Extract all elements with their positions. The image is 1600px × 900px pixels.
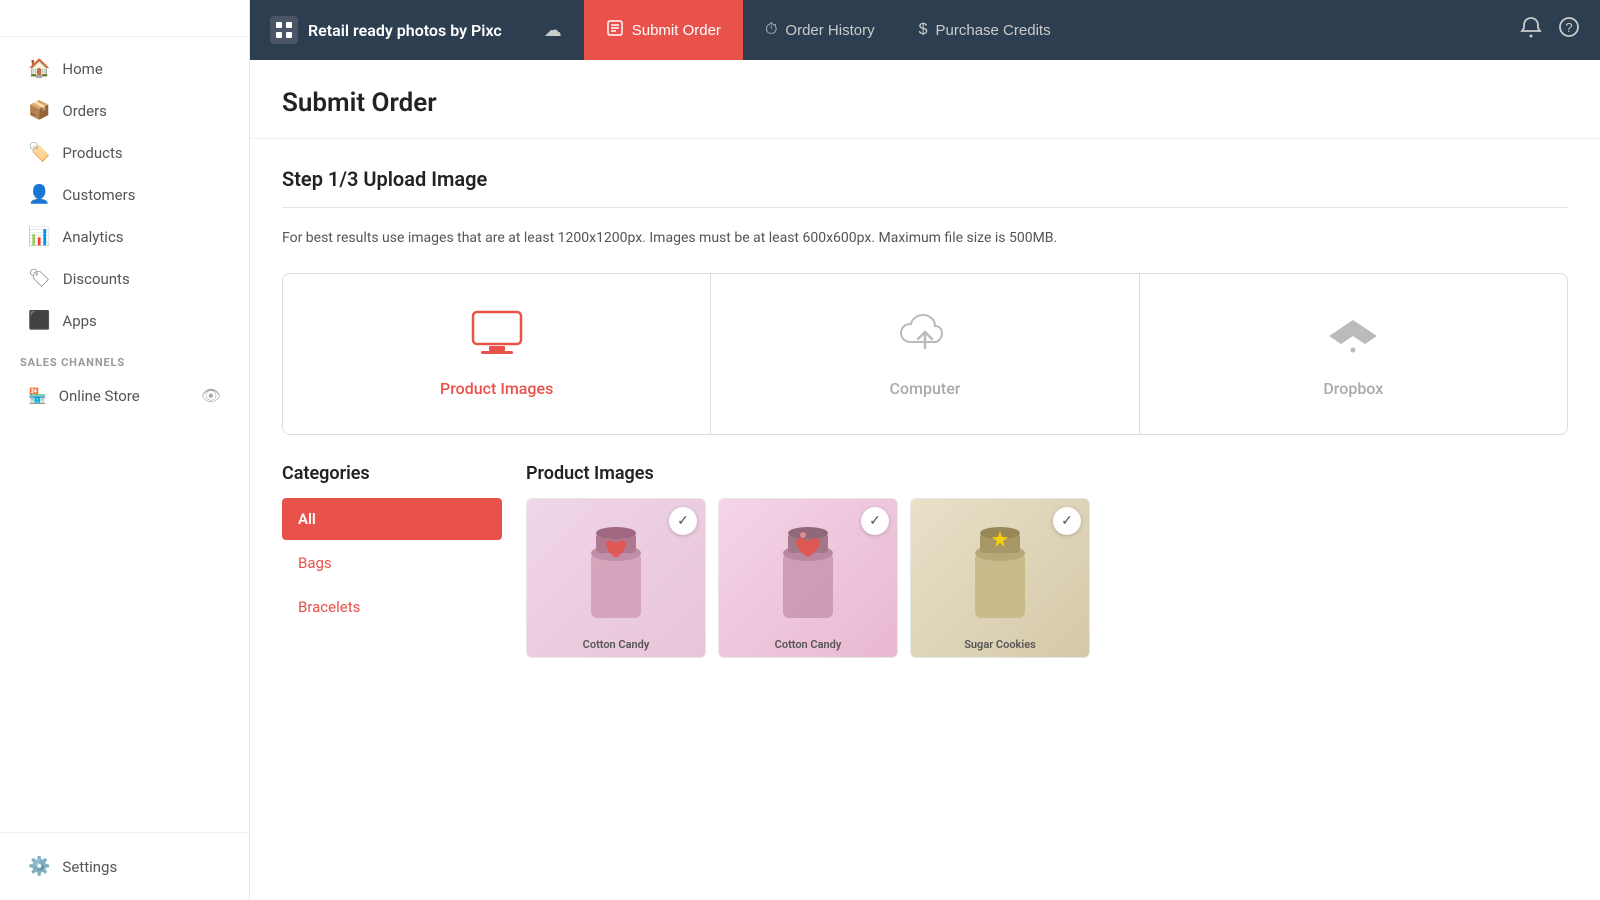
sidebar-item-online-store[interactable]: 🏪 Online Store 👁 — [8, 376, 241, 415]
step-title: Step 1/3 Upload Image — [282, 167, 1568, 191]
tab-order-history-label: Order History — [785, 22, 874, 39]
sidebar-item-apps[interactable]: ⬛ Apps — [8, 300, 241, 341]
tab-purchase-credits[interactable]: $ Purchase Credits — [897, 0, 1073, 60]
product-images-title: Product Images — [526, 463, 1568, 484]
cloud-icon: ☁ — [544, 20, 562, 41]
tab-order-history[interactable]: ⏱ Order History — [743, 0, 897, 60]
topbar-tabs: ☁ Submit Order ⏱ Order History $ Purchas… — [522, 0, 1520, 60]
dropbox-icon — [1327, 310, 1379, 367]
purchase-credits-icon: $ — [919, 21, 928, 39]
category-bags[interactable]: Bags — [282, 542, 502, 584]
analytics-icon: 📊 — [28, 226, 50, 247]
page-header: Submit Order — [250, 60, 1600, 139]
check-badge-1: ✓ — [669, 507, 697, 535]
app-name: Retail ready photos by Pixc — [308, 21, 502, 40]
category-bracelets[interactable]: Bracelets — [282, 586, 502, 628]
dropbox-label: Dropbox — [1323, 379, 1383, 398]
app-logo-icon — [270, 16, 298, 44]
orders-icon: 📦 — [28, 100, 50, 121]
svg-text:?: ? — [1565, 20, 1572, 35]
sidebar-item-analytics[interactable]: 📊 Analytics — [8, 216, 241, 257]
tab-submit-order[interactable]: Submit Order — [584, 0, 743, 60]
home-icon: 🏠 — [28, 58, 50, 79]
tab-home[interactable]: ☁ — [522, 0, 584, 60]
content-grid: Categories All Bags Bracelets Product Im… — [282, 463, 1568, 658]
tab-submit-order-label: Submit Order — [632, 22, 721, 39]
topbar: Retail ready photos by Pixc ☁ Submit Ord… — [250, 0, 1600, 60]
help-button[interactable]: ? — [1558, 16, 1580, 44]
step1-section: Step 1/3 Upload Image For best results u… — [250, 139, 1600, 686]
sidebar-item-settings[interactable]: ⚙️ Settings — [8, 846, 241, 887]
order-history-icon: ⏱ — [765, 21, 777, 39]
upload-cloud-icon — [899, 310, 951, 367]
check-badge-3: ✓ — [1053, 507, 1081, 535]
sidebar-nav: 🏠 Home 📦 Orders 🏷️ Products 👤 Customers … — [0, 37, 249, 832]
sidebar-item-home[interactable]: 🏠 Home — [8, 48, 241, 89]
upload-source-dropbox[interactable]: Dropbox — [1140, 274, 1567, 434]
apps-icon: ⬛ — [28, 310, 50, 331]
submit-order-icon — [606, 19, 624, 41]
page-title: Submit Order — [282, 88, 1568, 118]
step-divider — [282, 207, 1568, 208]
upload-source-product-images[interactable]: Product Images — [283, 274, 711, 434]
topbar-logo: Retail ready photos by Pixc — [270, 16, 522, 44]
settings-icon: ⚙️ — [28, 856, 50, 877]
product-image-card-1[interactable]: ✓ Cotton Candy — [526, 498, 706, 658]
topbar-right: ? — [1520, 16, 1600, 44]
main-content: Retail ready photos by Pixc ☁ Submit Ord… — [250, 0, 1600, 900]
sidebar: 🏠 Home 📦 Orders 🏷️ Products 👤 Customers … — [0, 0, 250, 900]
category-all[interactable]: All — [282, 498, 502, 540]
product-images-panel: Product Images — [526, 463, 1568, 658]
eye-icon[interactable]: 👁 — [201, 386, 221, 405]
monitor-icon — [471, 310, 523, 367]
sidebar-item-orders[interactable]: 📦 Orders — [8, 90, 241, 131]
products-icon: 🏷️ — [28, 142, 50, 163]
sidebar-bottom: ⚙️ Settings — [0, 832, 249, 900]
product-image-card-2[interactable]: ✓ Cotton Candy — [718, 498, 898, 658]
upload-sources-container: Product Images Computer — [282, 273, 1568, 435]
page-body: Submit Order Step 1/3 Upload Image For b… — [250, 60, 1600, 900]
card2-label: Cotton Candy — [719, 638, 897, 651]
sidebar-item-discounts[interactable]: 🏷 Discounts — [8, 258, 241, 299]
categories-panel: Categories All Bags Bracelets — [282, 463, 502, 658]
sidebar-item-products[interactable]: 🏷️ Products — [8, 132, 241, 173]
sidebar-logo — [0, 0, 249, 37]
online-store-icon: 🏪 — [28, 387, 47, 405]
card1-label: Cotton Candy — [527, 638, 705, 651]
tab-purchase-credits-label: Purchase Credits — [936, 22, 1051, 39]
discounts-icon: 🏷 — [28, 268, 51, 289]
upload-source-computer[interactable]: Computer — [711, 274, 1139, 434]
card3-label: Sugar Cookies — [911, 638, 1089, 651]
notification-button[interactable] — [1520, 16, 1542, 44]
product-image-card-3[interactable]: ✓ Sugar Cookies — [910, 498, 1090, 658]
product-images-label: Product Images — [440, 379, 553, 398]
product-images-grid: ✓ Cotton Candy — [526, 498, 1568, 658]
step-hint: For best results use images that are at … — [282, 228, 1568, 249]
jar-svg-2 — [763, 523, 853, 633]
check-badge-2: ✓ — [861, 507, 889, 535]
customers-icon: 👤 — [28, 184, 50, 205]
computer-label: Computer — [890, 379, 961, 398]
upload-sources: Product Images Computer — [283, 274, 1567, 434]
jar-svg-1 — [571, 523, 661, 633]
sidebar-item-customers[interactable]: 👤 Customers — [8, 174, 241, 215]
jar-svg-3 — [955, 523, 1045, 633]
categories-title: Categories — [282, 463, 502, 484]
sales-channels-label: SALES CHANNELS — [0, 342, 249, 375]
